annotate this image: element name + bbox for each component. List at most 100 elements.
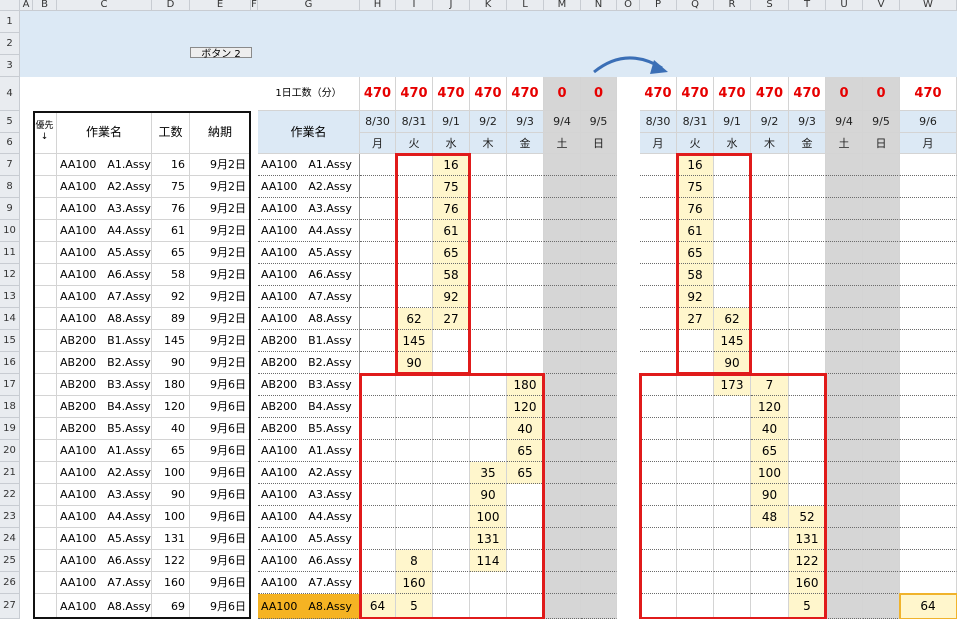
after-schedule-cell[interactable] — [826, 308, 863, 330]
after-schedule-cell[interactable] — [677, 418, 714, 440]
due-date-cell[interactable]: 9月6日 — [190, 528, 251, 550]
after-schedule-cell[interactable] — [677, 396, 714, 418]
before-schedule-cell[interactable] — [544, 308, 581, 330]
before-schedule-cell[interactable] — [360, 528, 396, 550]
after-schedule-cell[interactable] — [789, 154, 826, 176]
due-date-cell[interactable]: 9月2日 — [190, 352, 251, 374]
before-schedule-cell[interactable] — [581, 572, 617, 594]
before-schedule-cell[interactable]: 5 — [396, 594, 433, 619]
due-date-cell[interactable]: 9月2日 — [190, 154, 251, 176]
due-date-cell[interactable]: 9月6日 — [190, 550, 251, 572]
schedule-task-name[interactable]: AB200 B2.Assy — [258, 352, 360, 374]
after-schedule-cell[interactable] — [640, 418, 677, 440]
before-schedule-cell[interactable] — [360, 198, 396, 220]
after-schedule-cell[interactable] — [826, 374, 863, 396]
before-schedule-cell[interactable] — [544, 330, 581, 352]
after-schedule-cell[interactable] — [863, 154, 900, 176]
priority-cell[interactable] — [33, 506, 57, 528]
before-schedule-cell[interactable] — [360, 440, 396, 462]
before-schedule-cell[interactable]: 65 — [507, 440, 544, 462]
after-weekday-cell[interactable]: 日 — [863, 133, 900, 154]
after-schedule-cell[interactable] — [863, 220, 900, 242]
before-schedule-cell[interactable]: 145 — [396, 330, 433, 352]
row-header-17[interactable]: 17 — [0, 374, 20, 396]
row-header-4[interactable]: 4 — [0, 77, 20, 111]
before-schedule-cell[interactable] — [581, 462, 617, 484]
schedule-task-name[interactable]: AA100 A4.Assy — [258, 220, 360, 242]
after-schedule-cell[interactable] — [677, 374, 714, 396]
man-hours-cell[interactable]: 69 — [152, 594, 190, 619]
after-schedule-cell[interactable] — [863, 550, 900, 572]
after-schedule-cell[interactable] — [714, 550, 751, 572]
before-schedule-cell[interactable]: 120 — [507, 396, 544, 418]
before-capacity-cell[interactable]: 0 — [544, 77, 581, 111]
after-schedule-cell[interactable] — [751, 550, 789, 572]
before-schedule-cell[interactable] — [581, 198, 617, 220]
row-header-2[interactable]: 2 — [0, 33, 20, 55]
column-header-C[interactable]: C — [57, 0, 152, 11]
row-header-20[interactable]: 20 — [0, 440, 20, 462]
after-schedule-cell[interactable] — [677, 484, 714, 506]
after-schedule-cell[interactable] — [640, 550, 677, 572]
schedule-task-name[interactable]: AA100 A5.Assy — [258, 242, 360, 264]
after-schedule-cell[interactable] — [677, 572, 714, 594]
row-header-22[interactable]: 22 — [0, 484, 20, 506]
schedule-task-name[interactable]: AA100 A2.Assy — [258, 176, 360, 198]
task-name-cell[interactable]: AA100 A8.Assy — [57, 594, 152, 619]
before-schedule-cell[interactable] — [470, 440, 507, 462]
column-header-P[interactable]: P — [640, 0, 677, 11]
after-schedule-cell[interactable]: 5 — [789, 594, 826, 619]
before-schedule-cell[interactable] — [360, 506, 396, 528]
column-header-G[interactable]: G — [258, 0, 360, 11]
before-schedule-cell[interactable] — [507, 528, 544, 550]
before-schedule-cell[interactable]: 180 — [507, 374, 544, 396]
before-schedule-cell[interactable] — [470, 374, 507, 396]
before-schedule-cell[interactable] — [581, 528, 617, 550]
man-hours-cell[interactable]: 90 — [152, 352, 190, 374]
after-date-cell[interactable]: 9/3 — [789, 111, 826, 133]
after-schedule-cell[interactable] — [751, 352, 789, 374]
after-schedule-cell[interactable]: 120 — [751, 396, 789, 418]
before-schedule-cell[interactable] — [507, 550, 544, 572]
after-schedule-cell[interactable]: 61 — [677, 220, 714, 242]
before-schedule-cell[interactable] — [507, 198, 544, 220]
before-schedule-cell[interactable] — [470, 572, 507, 594]
before-schedule-cell[interactable] — [581, 154, 617, 176]
schedule-task-name[interactable]: AA100 A6.Assy — [258, 550, 360, 572]
before-schedule-cell[interactable] — [470, 352, 507, 374]
before-schedule-cell[interactable] — [396, 286, 433, 308]
row-header-12[interactable]: 12 — [0, 264, 20, 286]
row-header-15[interactable]: 15 — [0, 330, 20, 352]
row-header-24[interactable]: 24 — [0, 528, 20, 550]
select-all-corner[interactable] — [0, 0, 20, 11]
after-schedule-cell[interactable] — [900, 396, 957, 418]
after-schedule-cell[interactable]: 65 — [677, 242, 714, 264]
after-schedule-cell[interactable] — [900, 506, 957, 528]
after-schedule-cell[interactable] — [826, 352, 863, 374]
before-schedule-cell[interactable] — [433, 352, 470, 374]
task-name-cell[interactable]: AA100 A5.Assy — [57, 242, 152, 264]
after-schedule-cell[interactable] — [826, 242, 863, 264]
after-schedule-cell[interactable] — [900, 330, 957, 352]
before-schedule-cell[interactable] — [507, 264, 544, 286]
after-schedule-cell[interactable] — [863, 396, 900, 418]
before-schedule-cell[interactable] — [396, 396, 433, 418]
before-date-cell[interactable]: 9/3 — [507, 111, 544, 133]
after-schedule-cell[interactable] — [640, 176, 677, 198]
row-header-27[interactable]: 27 — [0, 594, 20, 619]
before-schedule-cell[interactable] — [396, 462, 433, 484]
column-header-O[interactable]: O — [617, 0, 640, 11]
before-schedule-cell[interactable] — [544, 154, 581, 176]
after-schedule-cell[interactable] — [900, 198, 957, 220]
schedule-task-name[interactable]: AA100 A1.Assy — [258, 440, 360, 462]
after-schedule-cell[interactable] — [863, 176, 900, 198]
row-header-10[interactable]: 10 — [0, 220, 20, 242]
before-schedule-cell[interactable] — [581, 286, 617, 308]
before-schedule-cell[interactable] — [581, 396, 617, 418]
after-schedule-cell[interactable]: 62 — [714, 308, 751, 330]
before-schedule-cell[interactable] — [507, 594, 544, 619]
before-schedule-cell[interactable] — [544, 572, 581, 594]
after-schedule-cell[interactable] — [751, 220, 789, 242]
before-schedule-cell[interactable] — [360, 396, 396, 418]
after-schedule-cell[interactable] — [826, 440, 863, 462]
